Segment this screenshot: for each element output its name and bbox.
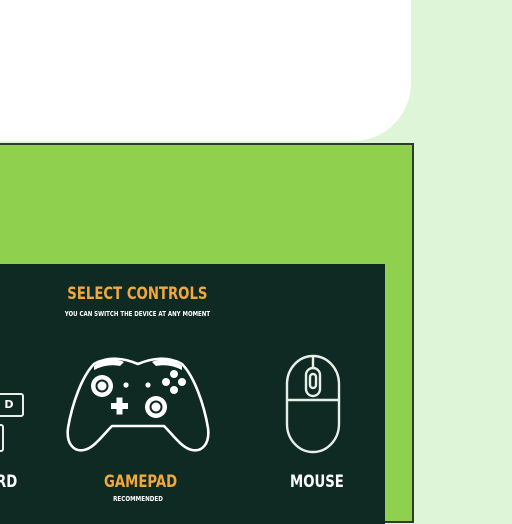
keyboard-key-label: D <box>4 398 14 411</box>
top-card <box>0 0 411 141</box>
gamepad-recommended: RECOMMENDED <box>113 495 163 503</box>
mouse-icon <box>285 354 341 454</box>
gamepad-label: GAMEPAD <box>104 472 178 492</box>
gamepad-icon <box>66 357 210 452</box>
panel-subtitle: YOU CAN SWITCH THE DEVICE AT ANY MOMENT <box>64 310 211 318</box>
keyboard-icon: D <box>0 393 24 417</box>
panel-title: SELECT CONTROLS <box>67 284 208 304</box>
mouse-label: MOUSE <box>290 472 344 492</box>
keyboard-key <box>0 424 4 452</box>
keyboard-label: RD <box>0 472 18 492</box>
